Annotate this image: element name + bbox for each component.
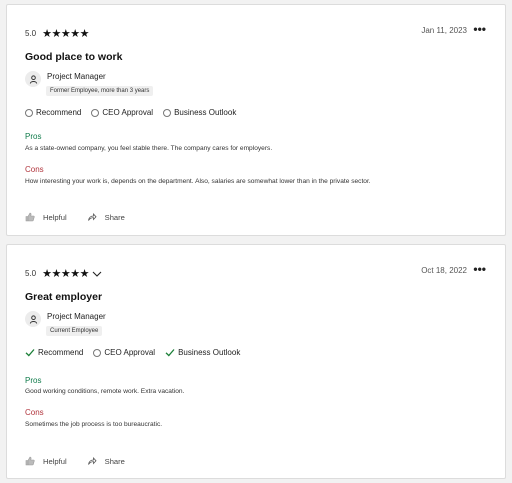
recommend-rating: Recommend [25, 108, 81, 117]
rating-value: 5.0 [25, 29, 37, 38]
recommend-label: Recommend [36, 108, 82, 117]
overall-rating: 5.0 ★★★★★ [25, 27, 89, 40]
review-card: 5.0 ★★★★★ Jan 11, 2023 ••• Good place to… [6, 4, 506, 236]
review-date: Jan 11, 2023 [421, 26, 467, 35]
star-rating-icon: ★★★★★ [42, 268, 89, 280]
share-icon [87, 212, 97, 221]
cons-text: Sometimes the job process is too bureauc… [25, 421, 163, 428]
more-options-icon[interactable]: ••• [473, 262, 486, 276]
business-outlook-rating: Business Outlook [163, 108, 236, 117]
helpful-label: Helpful [43, 212, 67, 222]
neutral-circle-icon [93, 348, 102, 357]
review-title[interactable]: Great employer [25, 291, 102, 303]
neutral-circle-icon [91, 108, 100, 117]
star-rating-icon: ★★★★★ [42, 28, 89, 40]
share-button[interactable]: Share [87, 212, 125, 222]
business-outlook-rating: Business Outlook [165, 348, 240, 357]
more-options-icon[interactable]: ••• [473, 22, 486, 36]
business-outlook-label: Business Outlook [174, 108, 237, 117]
neutral-circle-icon [25, 108, 33, 117]
employee-status-badge: Current Employee [46, 326, 103, 336]
ceo-approval-rating: CEO Approval [93, 348, 155, 357]
helpful-button[interactable]: Helpful [25, 212, 67, 222]
ceo-approval-label: CEO Approval [102, 108, 154, 117]
recommend-label: Recommend [38, 348, 84, 357]
user-icon [29, 74, 37, 84]
review-actions: Helpful Share [25, 212, 145, 222]
review-title[interactable]: Good place to work [25, 51, 122, 63]
cons-heading: Cons [25, 165, 44, 174]
job-title: Project Manager [47, 72, 106, 81]
sub-ratings: Recommend CEO Approval Business Outlook [25, 108, 246, 117]
cons-text: How interesting your work is, depends on… [25, 178, 371, 185]
avatar [25, 311, 41, 327]
checkmark-icon [165, 349, 175, 357]
helpful-button[interactable]: Helpful [25, 456, 67, 466]
overall-rating: 5.0 ★★★★★ [25, 267, 102, 280]
thumbs-up-icon [25, 212, 35, 222]
cons-heading: Cons [25, 408, 44, 417]
pros-text: As a state-owned company, you feel stabl… [25, 145, 273, 152]
share-label: Share [104, 456, 125, 466]
review-date: Oct 18, 2022 [421, 266, 467, 275]
helpful-label: Helpful [43, 456, 67, 466]
thumbs-up-icon [25, 456, 35, 466]
business-outlook-label: Business Outlook [178, 348, 241, 357]
rating-value: 5.0 [25, 269, 37, 278]
sub-ratings: Recommend CEO Approval Business Outlook [25, 348, 250, 357]
recommend-rating: Recommend [25, 348, 83, 357]
job-title: Project Manager [47, 312, 106, 321]
ceo-approval-label: CEO Approval [104, 348, 156, 357]
neutral-circle-icon [163, 108, 172, 117]
ceo-approval-rating: CEO Approval [91, 108, 153, 117]
review-actions: Helpful Share [25, 456, 145, 466]
avatar [25, 71, 41, 87]
employee-status-badge: Former Employee, more than 3 years [46, 86, 154, 96]
share-icon [87, 456, 97, 465]
pros-heading: Pros [25, 132, 42, 141]
share-button[interactable]: Share [87, 456, 125, 466]
chevron-down-icon[interactable] [92, 270, 102, 278]
share-label: Share [104, 212, 125, 222]
checkmark-icon [25, 349, 35, 357]
review-card: 5.0 ★★★★★ Oct 18, 2022 ••• Great employe… [6, 244, 506, 479]
pros-text: Good working conditions, remote work. Ex… [25, 388, 185, 395]
user-icon [29, 314, 37, 324]
pros-heading: Pros [25, 376, 42, 385]
